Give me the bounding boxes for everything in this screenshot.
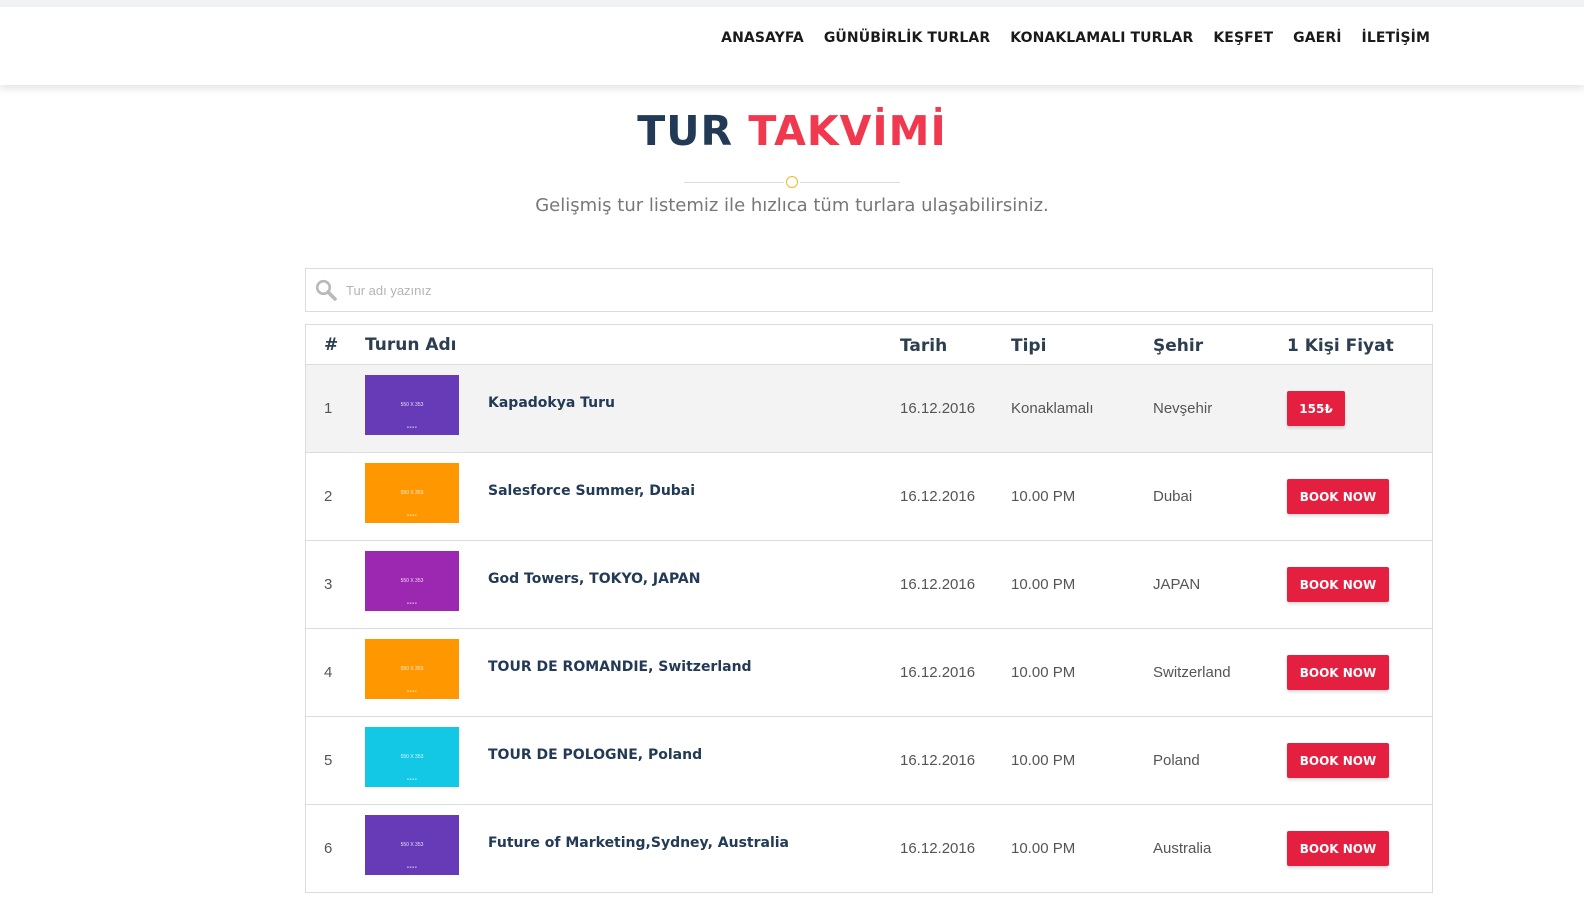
page-heading: TUR TAKVİMİ Gelişmiş tur listemiz ile hı… bbox=[0, 107, 1584, 216]
tour-name-link[interactable]: God Towers, TOKYO, JAPAN bbox=[488, 571, 700, 587]
thumbnail-caption: ■ ■ ■ ■ bbox=[407, 777, 417, 781]
tour-thumbnail[interactable]: 550 X 353 ■ ■ ■ ■ bbox=[365, 639, 459, 699]
tour-type: 10.00 PM bbox=[1011, 488, 1076, 505]
table-header: # Turun Adı Tarih Tipi Şehir 1 Kişi Fiya… bbox=[306, 325, 1432, 365]
page-title-accent: TAKVİMİ bbox=[748, 107, 947, 155]
tour-thumbnail[interactable]: 550 X 353 ■ ■ ■ ■ bbox=[365, 551, 459, 611]
header-price: 1 Kişi Fiyat bbox=[1287, 336, 1394, 356]
table-row: 5 550 X 353 ■ ■ ■ ■ TOUR DE POLOGNE, Poland… bbox=[306, 717, 1432, 805]
thumbnail-caption: ■ ■ ■ ■ bbox=[407, 865, 417, 869]
page-subtitle: Gelişmiş tur listemiz ile hızlıca tüm tu… bbox=[535, 195, 1049, 216]
row-number: 1 bbox=[324, 400, 333, 417]
tour-city: Australia bbox=[1153, 840, 1212, 857]
thumbnail-caption: ■ ■ ■ ■ bbox=[407, 601, 417, 605]
thumbnail-dimensions: 550 X 353 bbox=[400, 578, 424, 584]
row-number: 2 bbox=[324, 488, 333, 505]
table-row: 6 550 X 353 ■ ■ ■ ■ Future of Marketing,Syd… bbox=[306, 805, 1432, 893]
thumbnail-dimensions: 550 X 353 bbox=[400, 402, 424, 408]
navbar: ANASAYFA GÜNÜBİRLİK TURLAR KONAKLAMALI T… bbox=[0, 7, 1584, 85]
header-date: Tarih bbox=[900, 336, 948, 356]
tour-thumbnail[interactable]: 550 X 353 ■ ■ ■ ■ bbox=[365, 375, 459, 435]
tour-thumbnail[interactable]: 550 X 353 ■ ■ ■ ■ bbox=[365, 463, 459, 523]
header-num: # bbox=[324, 335, 339, 355]
main-nav: ANASAYFA GÜNÜBİRLİK TURLAR KONAKLAMALI T… bbox=[711, 7, 1440, 69]
divider-line-right bbox=[800, 181, 900, 183]
thumbnail-caption: ■ ■ ■ ■ bbox=[407, 513, 417, 517]
page-title: TUR TAKVİMİ bbox=[0, 107, 1584, 155]
tour-city: Nevşehir bbox=[1153, 400, 1213, 417]
search-icon bbox=[306, 268, 346, 312]
nav-item-gunubirlik-turlar[interactable]: GÜNÜBİRLİK TURLAR bbox=[814, 30, 1000, 46]
tour-date: 16.12.2016 bbox=[900, 752, 976, 769]
table-row: 4 550 X 353 ■ ■ ■ ■ TOUR DE ROMANDIE, Switz… bbox=[306, 629, 1432, 717]
tour-date: 16.12.2016 bbox=[900, 664, 976, 681]
tour-type: 10.00 PM bbox=[1011, 752, 1076, 769]
nav-item-anasayfa[interactable]: ANASAYFA bbox=[711, 30, 814, 46]
table-row: 3 550 X 353 ■ ■ ■ ■ God Towers, TOKYO, JAPA… bbox=[306, 541, 1432, 629]
thumbnail-caption: ■ ■ ■ ■ bbox=[407, 425, 417, 429]
tour-type: 10.00 PM bbox=[1011, 576, 1076, 593]
tour-date: 16.12.2016 bbox=[900, 576, 976, 593]
tour-name-link[interactable]: Salesforce Summer, Dubai bbox=[488, 483, 695, 499]
table-row: 2 550 X 353 ■ ■ ■ ■ Salesforce Summer, Duba… bbox=[306, 453, 1432, 541]
row-number: 5 bbox=[324, 752, 333, 769]
book-now-button[interactable]: BOOK NOW bbox=[1287, 743, 1389, 778]
row-number: 4 bbox=[324, 664, 333, 681]
price-button[interactable]: 155₺ bbox=[1287, 391, 1345, 426]
table-body: 1 550 X 353 ■ ■ ■ ■ Kapadokya Turu 16.12.201… bbox=[306, 365, 1432, 893]
top-strip bbox=[0, 0, 1584, 7]
divider-dot bbox=[786, 176, 798, 188]
thumbnail-caption: ■ ■ ■ ■ bbox=[407, 689, 417, 693]
tour-city: JAPAN bbox=[1153, 576, 1201, 593]
page-title-dark: TUR bbox=[637, 107, 734, 155]
thumbnail-dimensions: 550 X 353 bbox=[400, 754, 424, 760]
tour-thumbnail[interactable]: 550 X 353 ■ ■ ■ ■ bbox=[365, 727, 459, 787]
table-row: 1 550 X 353 ■ ■ ■ ■ Kapadokya Turu 16.12.201… bbox=[306, 365, 1432, 453]
tour-name-link[interactable]: TOUR DE POLOGNE, Poland bbox=[488, 747, 702, 763]
nav-item-konaklamali-turlar[interactable]: KONAKLAMALI TURLAR bbox=[1000, 30, 1203, 46]
nav-item-iletisim[interactable]: İLETİŞİM bbox=[1352, 30, 1440, 46]
thumbnail-dimensions: 550 X 353 bbox=[400, 842, 424, 848]
header-city: Şehir bbox=[1153, 336, 1204, 356]
thumbnail-dimensions: 550 X 353 bbox=[400, 490, 424, 496]
tour-table: # Turun Adı Tarih Tipi Şehir 1 Kişi Fiya… bbox=[305, 324, 1433, 893]
thumbnail-dimensions: 550 X 353 bbox=[400, 666, 424, 672]
search-input[interactable] bbox=[346, 275, 1346, 305]
book-now-button[interactable]: BOOK NOW bbox=[1287, 655, 1389, 690]
tour-city: Dubai bbox=[1153, 488, 1193, 505]
tour-date: 16.12.2016 bbox=[900, 400, 976, 417]
tour-thumbnail[interactable]: 550 X 353 ■ ■ ■ ■ bbox=[365, 815, 459, 875]
tour-city: Switzerland bbox=[1153, 664, 1231, 681]
tour-name-link[interactable]: Kapadokya Turu bbox=[488, 395, 615, 411]
row-number: 6 bbox=[324, 840, 333, 857]
search-box bbox=[305, 268, 1433, 312]
tour-date: 16.12.2016 bbox=[900, 840, 976, 857]
tour-type: 10.00 PM bbox=[1011, 664, 1076, 681]
book-now-button[interactable]: BOOK NOW bbox=[1287, 567, 1389, 602]
title-divider bbox=[0, 175, 1584, 189]
tour-date: 16.12.2016 bbox=[900, 488, 976, 505]
book-now-button[interactable]: BOOK NOW bbox=[1287, 831, 1389, 866]
divider-line-left bbox=[684, 181, 784, 183]
tour-name-link[interactable]: Future of Marketing,Sydney, Australia bbox=[488, 835, 789, 851]
tour-name-link[interactable]: TOUR DE ROMANDIE, Switzerland bbox=[488, 659, 752, 675]
tour-type: Konaklamalı bbox=[1011, 400, 1094, 417]
header-type: Tipi bbox=[1011, 336, 1047, 356]
row-number: 3 bbox=[324, 576, 333, 593]
book-now-button[interactable]: BOOK NOW bbox=[1287, 479, 1389, 514]
nav-item-gaeri[interactable]: GAERİ bbox=[1283, 30, 1351, 46]
header-name: Turun Adı bbox=[365, 335, 457, 355]
tour-city: Poland bbox=[1153, 752, 1200, 769]
tour-type: 10.00 PM bbox=[1011, 840, 1076, 857]
nav-item-kesfet[interactable]: KEŞFET bbox=[1203, 30, 1283, 46]
